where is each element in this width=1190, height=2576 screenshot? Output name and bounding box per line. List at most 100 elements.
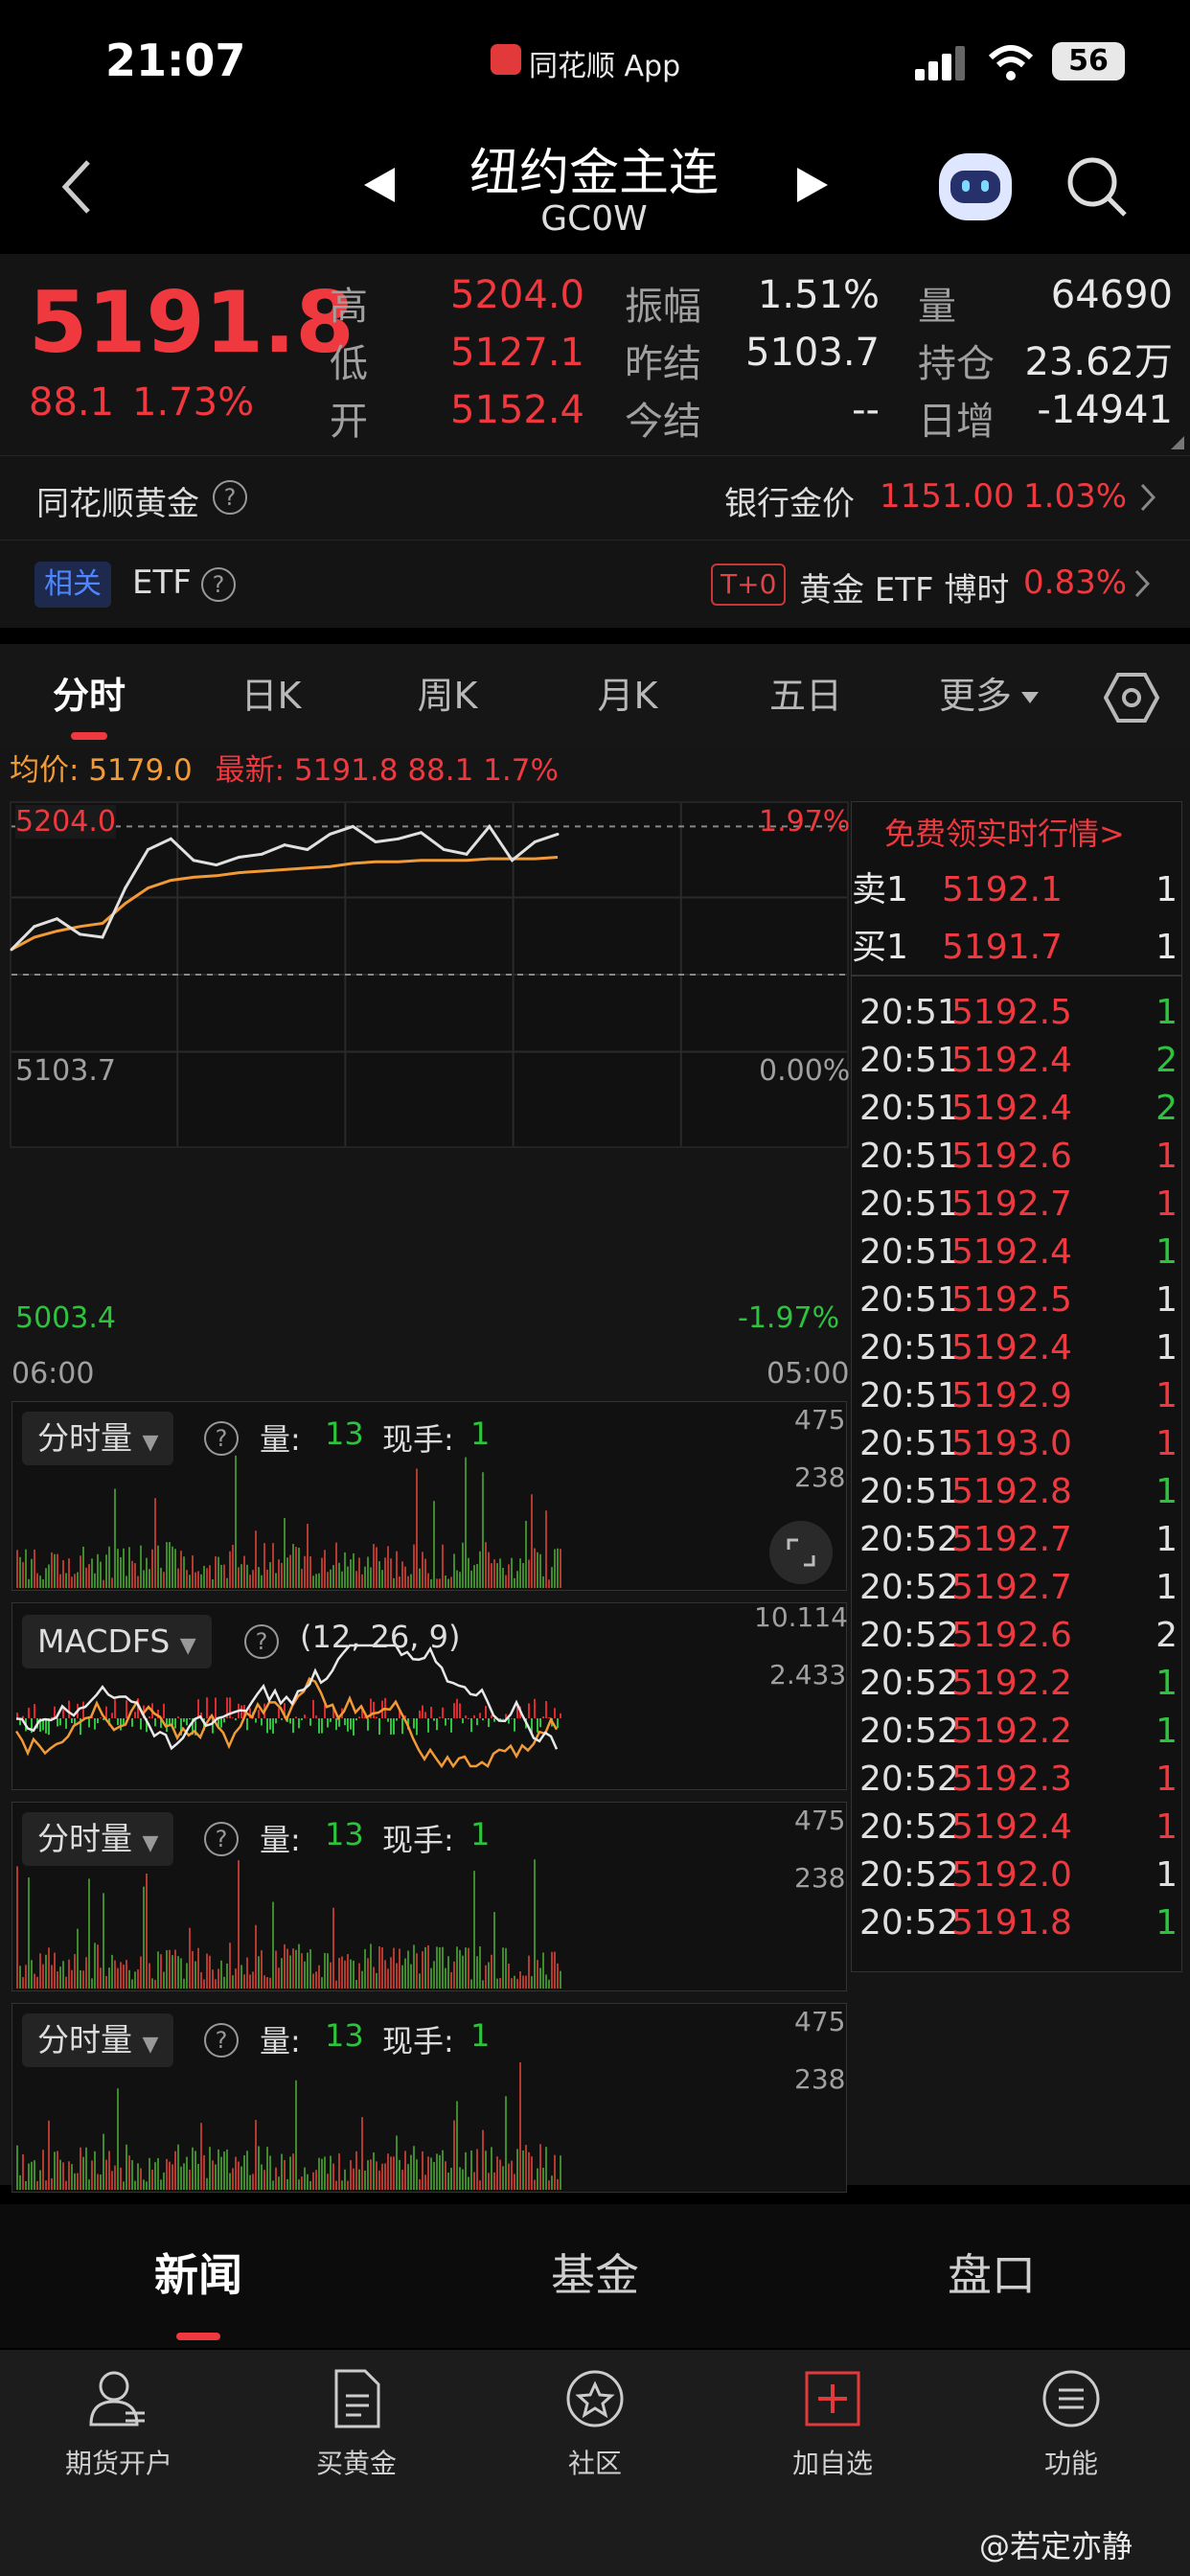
volume-bar: [163, 2172, 165, 2190]
tab-more[interactable]: 更多: [918, 644, 1033, 748]
tab-five-day[interactable]: 五日: [736, 644, 876, 748]
volume-bar: [137, 2163, 139, 2190]
volume-bar: [126, 1576, 127, 1588]
robot-assistant-icon[interactable]: [939, 153, 1012, 220]
tick-list[interactable]: 20:51 5192.5 1 20:51 5192.4 2 20:51 5192.4 2 20:5…: [852, 984, 1181, 1966]
volume-bar: [151, 2169, 153, 2190]
volume-bar: [212, 1969, 214, 1989]
volume-bar: [232, 2168, 234, 2190]
volume-bar: [71, 2164, 73, 2190]
tab-monthly-k[interactable]: 月K: [558, 644, 698, 748]
volume-bar: [286, 1948, 288, 1989]
volume-bar: [160, 1954, 162, 1989]
corner-expand-icon[interactable]: [1171, 436, 1184, 449]
vol-value: 13: [325, 2017, 364, 2054]
help-icon[interactable]: ?: [204, 2023, 239, 2058]
volume-bar: [462, 2169, 464, 2190]
status-time: 21:07: [105, 34, 246, 86]
nav-add-watchlist[interactable]: 加自选: [714, 2367, 951, 2481]
volume-bar: [48, 2120, 50, 2190]
volume-bar: [396, 1551, 398, 1588]
help-icon[interactable]: ?: [244, 1624, 279, 1659]
volume-bar: [34, 1973, 35, 1989]
volume-bar: [172, 1546, 173, 1588]
volume-bar: [307, 1524, 309, 1588]
nav-futures-account[interactable]: 期货开户: [0, 2367, 238, 2481]
fullscreen-button[interactable]: [769, 1521, 833, 1584]
macd-bar: [100, 1717, 102, 1718]
volume-bar: [404, 1566, 406, 1588]
macd-bar: [16, 1713, 18, 1718]
macd-panel: MACDFS ▼ ? (12, 26, 9) 10.114 2.433: [11, 1601, 848, 1790]
macd-bar: [65, 1718, 67, 1729]
bank-gold-price: 1151.00: [880, 477, 1015, 516]
volume-bar: [442, 1544, 444, 1588]
volume-bar: [528, 2151, 530, 2190]
back-icon[interactable]: [57, 158, 96, 216]
settings-icon[interactable]: [1104, 673, 1159, 723]
tab-order-book[interactable]: 盘口: [793, 2204, 1190, 2346]
volume-bar: [307, 1952, 309, 1989]
volume-bar: [65, 2180, 67, 2190]
volume-bar: [243, 2155, 245, 2190]
tab-news[interactable]: 新闻: [0, 2204, 397, 2346]
volume-bar: [269, 1977, 271, 1989]
volume-bar: [338, 1957, 340, 1989]
nav-community[interactable]: 社区: [476, 2367, 714, 2481]
price-point: [465, 852, 469, 856]
volume-bar: [327, 2174, 329, 2190]
intraday-price-chart[interactable]: [10, 801, 849, 1148]
status-app-name: 同花顺 App: [529, 50, 681, 83]
price-point: [442, 847, 446, 851]
indicator-selector[interactable]: 分时量 ▼: [22, 1412, 174, 1465]
volume-bar: [312, 1576, 314, 1588]
next-contract-icon[interactable]: [795, 166, 830, 204]
macd-selector[interactable]: MACDFS ▼: [22, 1615, 212, 1668]
volume-bar: [381, 2163, 383, 2190]
volume-bar: [528, 1955, 530, 1989]
volume-bar: [447, 1956, 449, 1989]
volume-bar: [542, 1952, 544, 1989]
volume-bar: [31, 1558, 33, 1588]
tab-daily-k[interactable]: 日K: [201, 644, 341, 748]
expand-icon: [787, 1538, 815, 1567]
volume-bar: [97, 1944, 99, 1989]
macd-bar: [281, 1718, 283, 1720]
etf-row[interactable]: 相关 ETF ? T+0 黄金 ETF 博时 0.83%: [0, 540, 1190, 628]
volume-bar: [358, 1963, 360, 1989]
volume-bar: [473, 2172, 475, 2190]
price-point: [306, 847, 309, 851]
help-icon[interactable]: ?: [204, 1822, 239, 1856]
indicator-selector[interactable]: 分时量 ▼: [22, 1812, 174, 1866]
free-realtime-link[interactable]: 免费领实时行情>: [884, 810, 1125, 854]
volume-bar: [468, 1947, 469, 1989]
gold-price-row[interactable]: 同花顺黄金 ? 银行金价 1151.00 1.03%: [0, 455, 1190, 540]
macd-bar: [560, 1713, 561, 1718]
nav-buy-gold[interactable]: 买黄金: [238, 2367, 475, 2481]
amplitude-value: 1.51%: [757, 273, 880, 317]
volume-bar: [358, 1557, 360, 1588]
volume-bar: [367, 2160, 369, 2190]
macd-bar: [378, 1718, 380, 1736]
volume-bar: [235, 2156, 237, 2190]
volume-bar: [68, 2161, 70, 2190]
help-icon[interactable]: ?: [204, 1421, 239, 1456]
tab-weekly-k[interactable]: 周K: [378, 644, 517, 748]
macd-bar: [321, 1718, 323, 1734]
volume-bar: [482, 1980, 484, 1989]
volume-bar: [542, 2168, 544, 2190]
open-interest-label: 持仓: [918, 342, 995, 386]
macd-bar: [189, 1718, 191, 1720]
help-icon[interactable]: ?: [201, 567, 236, 602]
macd-bar: [97, 1718, 99, 1724]
volume-bar: [246, 2150, 248, 2190]
volume-bar: [298, 2179, 300, 2190]
volume-bar: [493, 1559, 495, 1588]
tab-funds[interactable]: 基金: [397, 2204, 793, 2346]
indicator-selector[interactable]: 分时量 ▼: [22, 2013, 174, 2067]
help-icon[interactable]: ?: [213, 480, 247, 515]
search-icon[interactable]: [1065, 155, 1129, 218]
nav-functions[interactable]: 功能: [952, 2367, 1190, 2481]
volume-bar: [111, 2171, 113, 2190]
prev-contract-icon[interactable]: [362, 166, 397, 204]
